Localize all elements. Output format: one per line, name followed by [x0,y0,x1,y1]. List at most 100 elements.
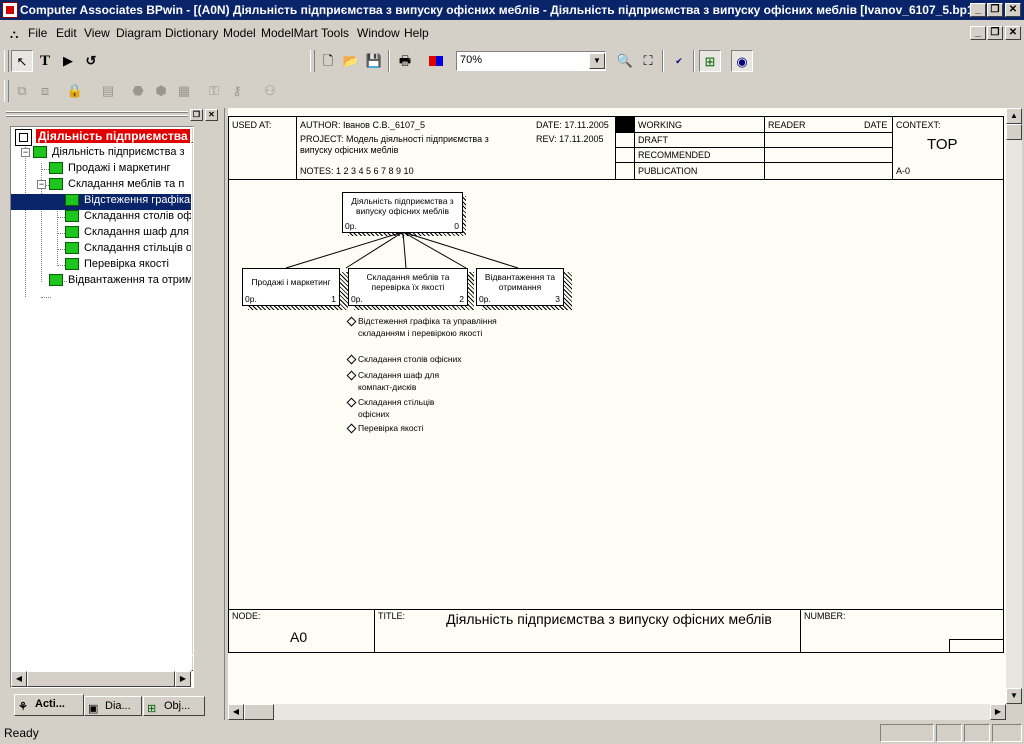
menu-file[interactable]: File [28,26,47,40]
mm-users-icon[interactable]: ⚇ [259,80,281,102]
menu-window[interactable]: Window [357,26,400,40]
scroll-up-icon[interactable]: ▲ [1006,108,1022,124]
chevron-down-icon[interactable]: ▼ [589,53,605,69]
frame-line [949,639,1004,653]
scroll-left-icon[interactable]: ◀ [11,671,27,687]
tab-diagrams[interactable]: ▣ Dia... [84,696,142,716]
model-explorer-icon[interactable]: ⊞ [699,50,721,72]
collapse-icon[interactable]: − [21,148,30,157]
scroll-thumb[interactable] [1006,124,1022,140]
tree-item-a25[interactable]: Перевірка якості [65,258,169,274]
tree-root[interactable]: Діяльність підприємства [15,129,190,146]
doc-minimize-button[interactable]: _ [970,26,986,40]
doc-close-button[interactable]: ✕ [1005,26,1021,40]
tree-item-a0[interactable]: Діяльність підприємства з [33,146,185,162]
scroll-thumb[interactable] [27,671,175,687]
activity-box-1[interactable]: Продажі і маркетинг 0р. 1 [242,268,340,306]
zoom-select[interactable]: 70% ▼ [456,51,606,71]
tree-root-label: Діяльність підприємства [36,129,190,144]
menu-tools[interactable]: Tools [321,26,349,40]
tree-item-a23[interactable]: Складання шаф для [65,226,189,242]
activity-name: Відвантаження та отримання [484,272,556,292]
diagram-canvas[interactable]: USED AT: AUTHOR: Іванов С.В._6107_5 PROJ… [228,108,1006,704]
tree-horizontal-scrollbar[interactable]: ◀ ▶ [11,671,191,687]
panel-grip [6,111,188,113]
menu-view[interactable]: View [84,26,110,40]
status-panel [936,724,962,742]
scroll-thumb[interactable] [244,704,274,720]
app-icon[interactable] [2,2,18,18]
open-folder-icon[interactable]: 📂 [340,50,362,72]
tree-item-a21-selected[interactable]: Відстеження графіка [11,194,193,210]
decomposition-item[interactable]: Відстеження графіка та управління склада… [358,315,518,339]
spell-check-icon[interactable]: ✔ [668,50,690,72]
new-file-icon[interactable]: 🗋 [317,50,339,72]
close-button[interactable]: ✕ [1005,3,1021,17]
restore-button[interactable]: ❐ [987,3,1003,17]
library-icon[interactable]: ▤ [97,80,119,102]
pointer-tool-icon[interactable]: ↖ [11,50,33,72]
menu-edit[interactable]: Edit [56,26,77,40]
color-palette-icon[interactable] [425,50,447,72]
diagram-icon: ▣ [88,703,99,715]
canvas-vertical-scrollbar[interactable]: ▲ ▼ [1006,108,1022,704]
menu-help[interactable]: Help [404,26,429,40]
decomposition-item[interactable]: Складання столів офісних [358,353,518,365]
doc-restore-button[interactable]: ❐ [987,26,1003,40]
activity-icon [33,146,47,159]
menu-modelmart[interactable]: ModelMart [261,26,318,40]
decomposition-item[interactable]: Складання стільців офісних [358,396,448,420]
mm-grid-icon[interactable]: ▦ [173,80,195,102]
activity-box-2[interactable]: Складання меблів та перевірка їх якості … [348,268,468,306]
zoom-fit-icon[interactable]: ⛶ [637,50,659,72]
tab-activities[interactable]: ⚘ Acti... [14,694,84,716]
menu-model[interactable]: Model [223,26,256,40]
mm-merge-icon[interactable]: ⬢ [150,80,172,102]
minimize-button[interactable]: _ [970,3,986,17]
activity-name: Діяльність підприємства з випуску офісни… [351,196,454,216]
scroll-down-icon[interactable]: ▼ [191,655,193,671]
tree-item-a1[interactable]: Продажі і маркетинг [49,162,171,178]
arrow-tool-icon[interactable]: ▶ [57,50,79,72]
undo-tool-icon[interactable]: ↺ [80,50,102,72]
mm-key-icon[interactable]: ⚷ [226,80,248,102]
save-icon[interactable]: 💾 [363,50,385,72]
menu-diagram[interactable]: Diagram [116,26,161,40]
activity-icon [65,226,79,239]
scroll-down-icon[interactable]: ▼ [1006,688,1022,704]
modelmart-icon[interactable]: ◉ [731,50,753,72]
decomposition-item[interactable]: Перевірка якості [358,422,518,434]
tree-item-label: Складання меблів та п [68,178,185,190]
tab-objects[interactable]: ⊞ Obj... [143,696,205,716]
scroll-left-icon[interactable]: ◀ [228,704,244,720]
panel-close-button[interactable]: ✕ [205,109,218,121]
tree-item-a2[interactable]: Складання меблів та п [49,178,184,194]
root-activity-box[interactable]: Діяльність підприємства з випуску офісни… [342,192,463,233]
tree-vertical-scrollbar[interactable]: ▲ ▼ [191,127,193,671]
tree-item-a24[interactable]: Складання стільців о [65,242,192,258]
scroll-right-icon[interactable]: ▶ [990,704,1006,720]
tree-item-a22[interactable]: Складання столів оф [65,210,192,226]
activity-box-3[interactable]: Відвантаження та отримання 0р. 3 [476,268,564,306]
decomposition-item[interactable]: Складання шаф для компакт-дисків [358,369,458,393]
mm-connect-icon[interactable]: ⧉ [11,80,33,102]
menu-dictionary[interactable]: Dictionary [165,26,218,40]
collapse-icon[interactable]: − [37,180,46,189]
zoom-in-icon[interactable]: 🔍 [614,50,636,72]
objects-icon: ⊞ [147,703,157,715]
scroll-thumb[interactable] [191,143,193,657]
mm-security-icon[interactable]: ⚿ [203,80,225,102]
canvas-horizontal-scrollbar[interactable]: ◀ ▶ [228,704,1006,720]
mm-save-icon[interactable]: ⬣ [127,80,149,102]
scroll-up-icon[interactable]: ▲ [191,127,193,143]
scroll-right-icon[interactable]: ▶ [175,671,191,687]
text-tool-icon[interactable]: T [34,50,56,72]
decomposition-connectors [285,231,519,269]
title-label: TITLE: [378,611,406,621]
lock-icon[interactable]: 🔒 [64,80,86,102]
panel-restore-button[interactable]: ❐ [190,109,203,121]
print-icon[interactable]: 🖶 [394,50,416,72]
mm-disconnect-icon[interactable]: ⧈ [34,80,56,102]
tree-item-a3[interactable]: Відвантаження та отрим [49,274,193,290]
document-icon[interactable]: ⛬ [10,27,18,42]
